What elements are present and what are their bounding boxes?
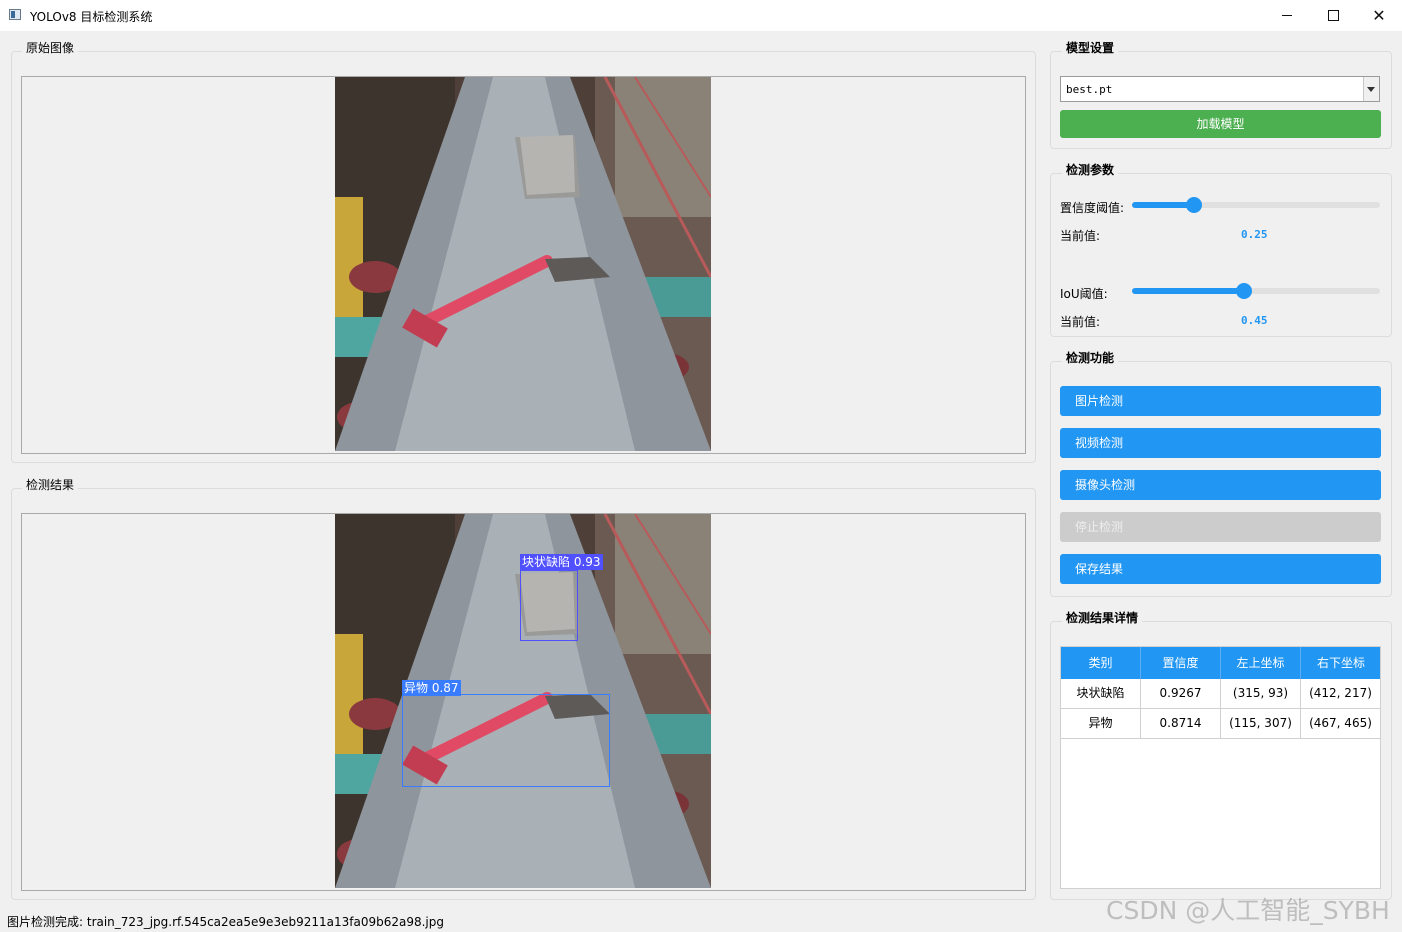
conf-current-value: 0.25 bbox=[1241, 228, 1268, 241]
stop-detect-button[interactable]: 停止检测 bbox=[1060, 512, 1381, 542]
cell-confidence[interactable]: 0.8714 bbox=[1141, 709, 1221, 738]
close-icon: ✕ bbox=[1372, 6, 1386, 25]
iou-slider-handle[interactable] bbox=[1235, 283, 1252, 299]
header-bottom-right[interactable]: 右下坐标 bbox=[1301, 647, 1381, 679]
model-select-value: best.pt bbox=[1066, 83, 1113, 96]
cell-class[interactable]: 块状缺陷 bbox=[1061, 679, 1141, 708]
load-model-button[interactable]: 加载模型 bbox=[1060, 110, 1381, 138]
status-text: 图片检测完成: train_723_jpg.rf.545ca2ea5e9e3eb… bbox=[7, 915, 444, 929]
header-class[interactable]: 类别 bbox=[1061, 647, 1141, 679]
minimize-button[interactable] bbox=[1264, 0, 1310, 31]
header-confidence[interactable]: 置信度 bbox=[1141, 647, 1221, 679]
app-icon bbox=[9, 9, 21, 20]
result-details-title: 检测结果详情 bbox=[1062, 609, 1143, 626]
maximize-button[interactable] bbox=[1310, 0, 1356, 31]
maximize-icon bbox=[1327, 10, 1339, 21]
iou-threshold-slider[interactable] bbox=[1132, 283, 1380, 299]
minimize-icon bbox=[1282, 15, 1292, 16]
header-top-left[interactable]: 左上坐标 bbox=[1221, 647, 1301, 679]
model-settings-title: 模型设置 bbox=[1062, 39, 1119, 56]
video-detect-button[interactable]: 视频检测 bbox=[1060, 428, 1381, 458]
camera-detect-button[interactable]: 摄像头检测 bbox=[1060, 470, 1381, 500]
image-detect-button[interactable]: 图片检测 bbox=[1060, 386, 1381, 416]
detection-box-block-defect bbox=[520, 570, 578, 641]
detect-params-title: 检测参数 bbox=[1062, 161, 1119, 178]
cell-top-left[interactable]: (315, 93) bbox=[1221, 679, 1301, 708]
result-image: 块状缺陷 0.93 异物 0.87 bbox=[335, 514, 711, 888]
chevron-down-icon[interactable] bbox=[1363, 77, 1379, 101]
conf-threshold-label: 置信度阈值: bbox=[1060, 201, 1125, 215]
iou-slider-fill bbox=[1132, 288, 1244, 294]
iou-current-label: 当前值: bbox=[1060, 315, 1101, 329]
conf-slider-handle[interactable] bbox=[1186, 197, 1202, 213]
table-row[interactable]: 异物 0.8714 (115, 307) (467, 465) bbox=[1061, 709, 1381, 739]
conf-current-label: 当前值: bbox=[1060, 229, 1101, 243]
table-row[interactable]: 块状缺陷 0.9267 (315, 93) (412, 217) bbox=[1061, 679, 1381, 709]
cell-bottom-right[interactable]: (467, 465) bbox=[1301, 709, 1381, 738]
watermark: CSDN @人工智能_SYBH bbox=[1106, 896, 1390, 925]
cell-class[interactable]: 异物 bbox=[1061, 709, 1141, 738]
window-title: YOLOv8 目标检测系统 bbox=[30, 10, 153, 24]
detection-label-block-defect: 块状缺陷 0.93 bbox=[520, 554, 603, 570]
cell-confidence[interactable]: 0.9267 bbox=[1141, 679, 1221, 708]
original-image-frame bbox=[21, 76, 1026, 454]
detection-label-foreign-object: 异物 0.87 bbox=[402, 680, 461, 696]
conveyor-photo bbox=[335, 77, 711, 451]
result-image-title: 检测结果 bbox=[22, 476, 79, 493]
conf-threshold-slider[interactable] bbox=[1132, 197, 1380, 213]
original-image-title: 原始图像 bbox=[22, 39, 79, 56]
detection-box-foreign-object bbox=[402, 694, 610, 787]
result-image-frame: 块状缺陷 0.93 异物 0.87 bbox=[21, 513, 1026, 891]
cell-top-left[interactable]: (115, 307) bbox=[1221, 709, 1301, 738]
iou-current-value: 0.45 bbox=[1241, 314, 1268, 327]
model-select[interactable]: best.pt bbox=[1060, 76, 1380, 102]
conf-slider-fill bbox=[1132, 202, 1194, 208]
iou-threshold-label: IoU阈值: bbox=[1060, 287, 1108, 301]
title-bar: YOLOv8 目标检测系统 ✕ bbox=[0, 0, 1402, 31]
detect-functions-title: 检测功能 bbox=[1062, 349, 1119, 366]
table-header: 类别 置信度 左上坐标 右下坐标 bbox=[1061, 647, 1380, 679]
close-button[interactable]: ✕ bbox=[1356, 0, 1402, 31]
original-image bbox=[335, 77, 711, 451]
detect-params-group bbox=[1050, 173, 1392, 337]
save-result-button[interactable]: 保存结果 bbox=[1060, 554, 1381, 584]
result-table: 类别 置信度 左上坐标 右下坐标 块状缺陷 0.9267 (315, 93) (… bbox=[1060, 646, 1381, 889]
cell-bottom-right[interactable]: (412, 217) bbox=[1301, 679, 1381, 708]
